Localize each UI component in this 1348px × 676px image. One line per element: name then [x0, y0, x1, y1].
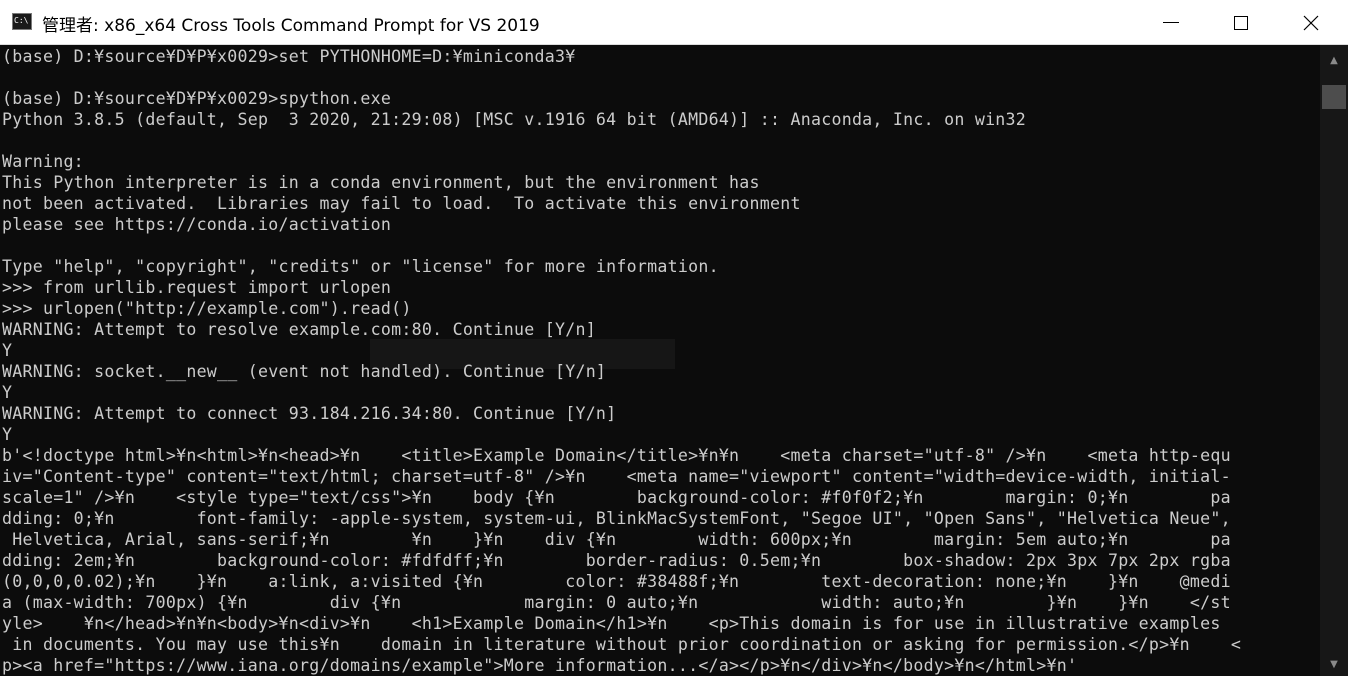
console-line: in documents. You may use this¥n domain … — [2, 635, 1242, 654]
maximize-icon — [1234, 15, 1248, 30]
console-line: b'<!doctype html>¥n<html>¥n<head>¥n <tit… — [2, 446, 1231, 465]
console-line: (0,0,0,0.02);¥n }¥n a:link, a:visited {¥… — [2, 572, 1231, 591]
console-line: (base) D:¥source¥D¥P¥x0029>set PYTHONHOM… — [2, 47, 576, 66]
console-line: >>> from urllib.request import urlopen — [2, 278, 392, 297]
console-line: please see https://conda.io/activation — [2, 215, 392, 234]
console-line: WARNING: Attempt to resolve example.com:… — [2, 320, 596, 339]
scroll-thumb[interactable] — [1322, 85, 1346, 109]
console-line: iv="Content-type" content="text/html; ch… — [2, 467, 1231, 486]
minimize-button[interactable] — [1136, 0, 1206, 45]
console-line: WARNING: Attempt to connect 93.184.216.3… — [2, 404, 617, 423]
vertical-scrollbar[interactable]: ▲ ▼ — [1320, 45, 1348, 676]
console-line: (base) D:¥source¥D¥P¥x0029>spython.exe — [2, 89, 392, 108]
console-line: dding: 2em;¥n background-color: #fdfdff;… — [2, 551, 1231, 570]
console-icon[interactable]: C:\ — [12, 13, 32, 30]
title-bar[interactable]: C:\ 管理者: x86_x64 Cross Tools Command Pro… — [0, 0, 1348, 45]
console-line: Helvetica, Arial, sans-serif;¥n ¥n }¥n d… — [2, 530, 1231, 549]
console-line: This Python interpreter is in a conda en… — [2, 173, 760, 192]
console-line: >>> urlopen("http://example.com").read() — [2, 299, 412, 318]
console-line: Y — [2, 383, 13, 402]
console-line: yle> ¥n</head>¥n¥n<body>¥n<div>¥n <h1>Ex… — [2, 614, 1221, 633]
console-line: not been activated. Libraries may fail t… — [2, 194, 801, 213]
console-output[interactable]: (base) D:¥source¥D¥P¥x0029>set PYTHONHOM… — [0, 45, 1320, 676]
console-line: Warning: — [2, 152, 84, 171]
console-line: Y — [2, 341, 13, 360]
scroll-up-icon[interactable]: ▲ — [1320, 49, 1348, 71]
window-title: 管理者: x86_x64 Cross Tools Command Prompt … — [42, 16, 540, 36]
close-icon — [1303, 15, 1319, 30]
console-line: p><a href="https://www.iana.org/domains/… — [2, 656, 1078, 675]
close-button[interactable] — [1276, 0, 1346, 45]
minimize-icon — [1163, 22, 1179, 23]
console-line: a (max-width: 700px) {¥n div {¥n margin:… — [2, 593, 1231, 612]
console-line: Type "help", "copyright", "credits" or "… — [2, 257, 719, 276]
console-line: Y — [2, 425, 13, 444]
scroll-down-icon[interactable]: ▼ — [1320, 653, 1348, 675]
console-line: WARNING: socket.__new__ (event not handl… — [2, 362, 607, 381]
console-line: dding: 0;¥n font-family: -apple-system, … — [2, 509, 1231, 528]
maximize-button[interactable] — [1206, 0, 1276, 45]
console-window: C:\ 管理者: x86_x64 Cross Tools Command Pro… — [0, 0, 1348, 676]
console-line: scale=1" />¥n <style type="text/css">¥n … — [2, 488, 1231, 507]
console-line: Python 3.8.5 (default, Sep 3 2020, 21:29… — [2, 110, 1027, 129]
